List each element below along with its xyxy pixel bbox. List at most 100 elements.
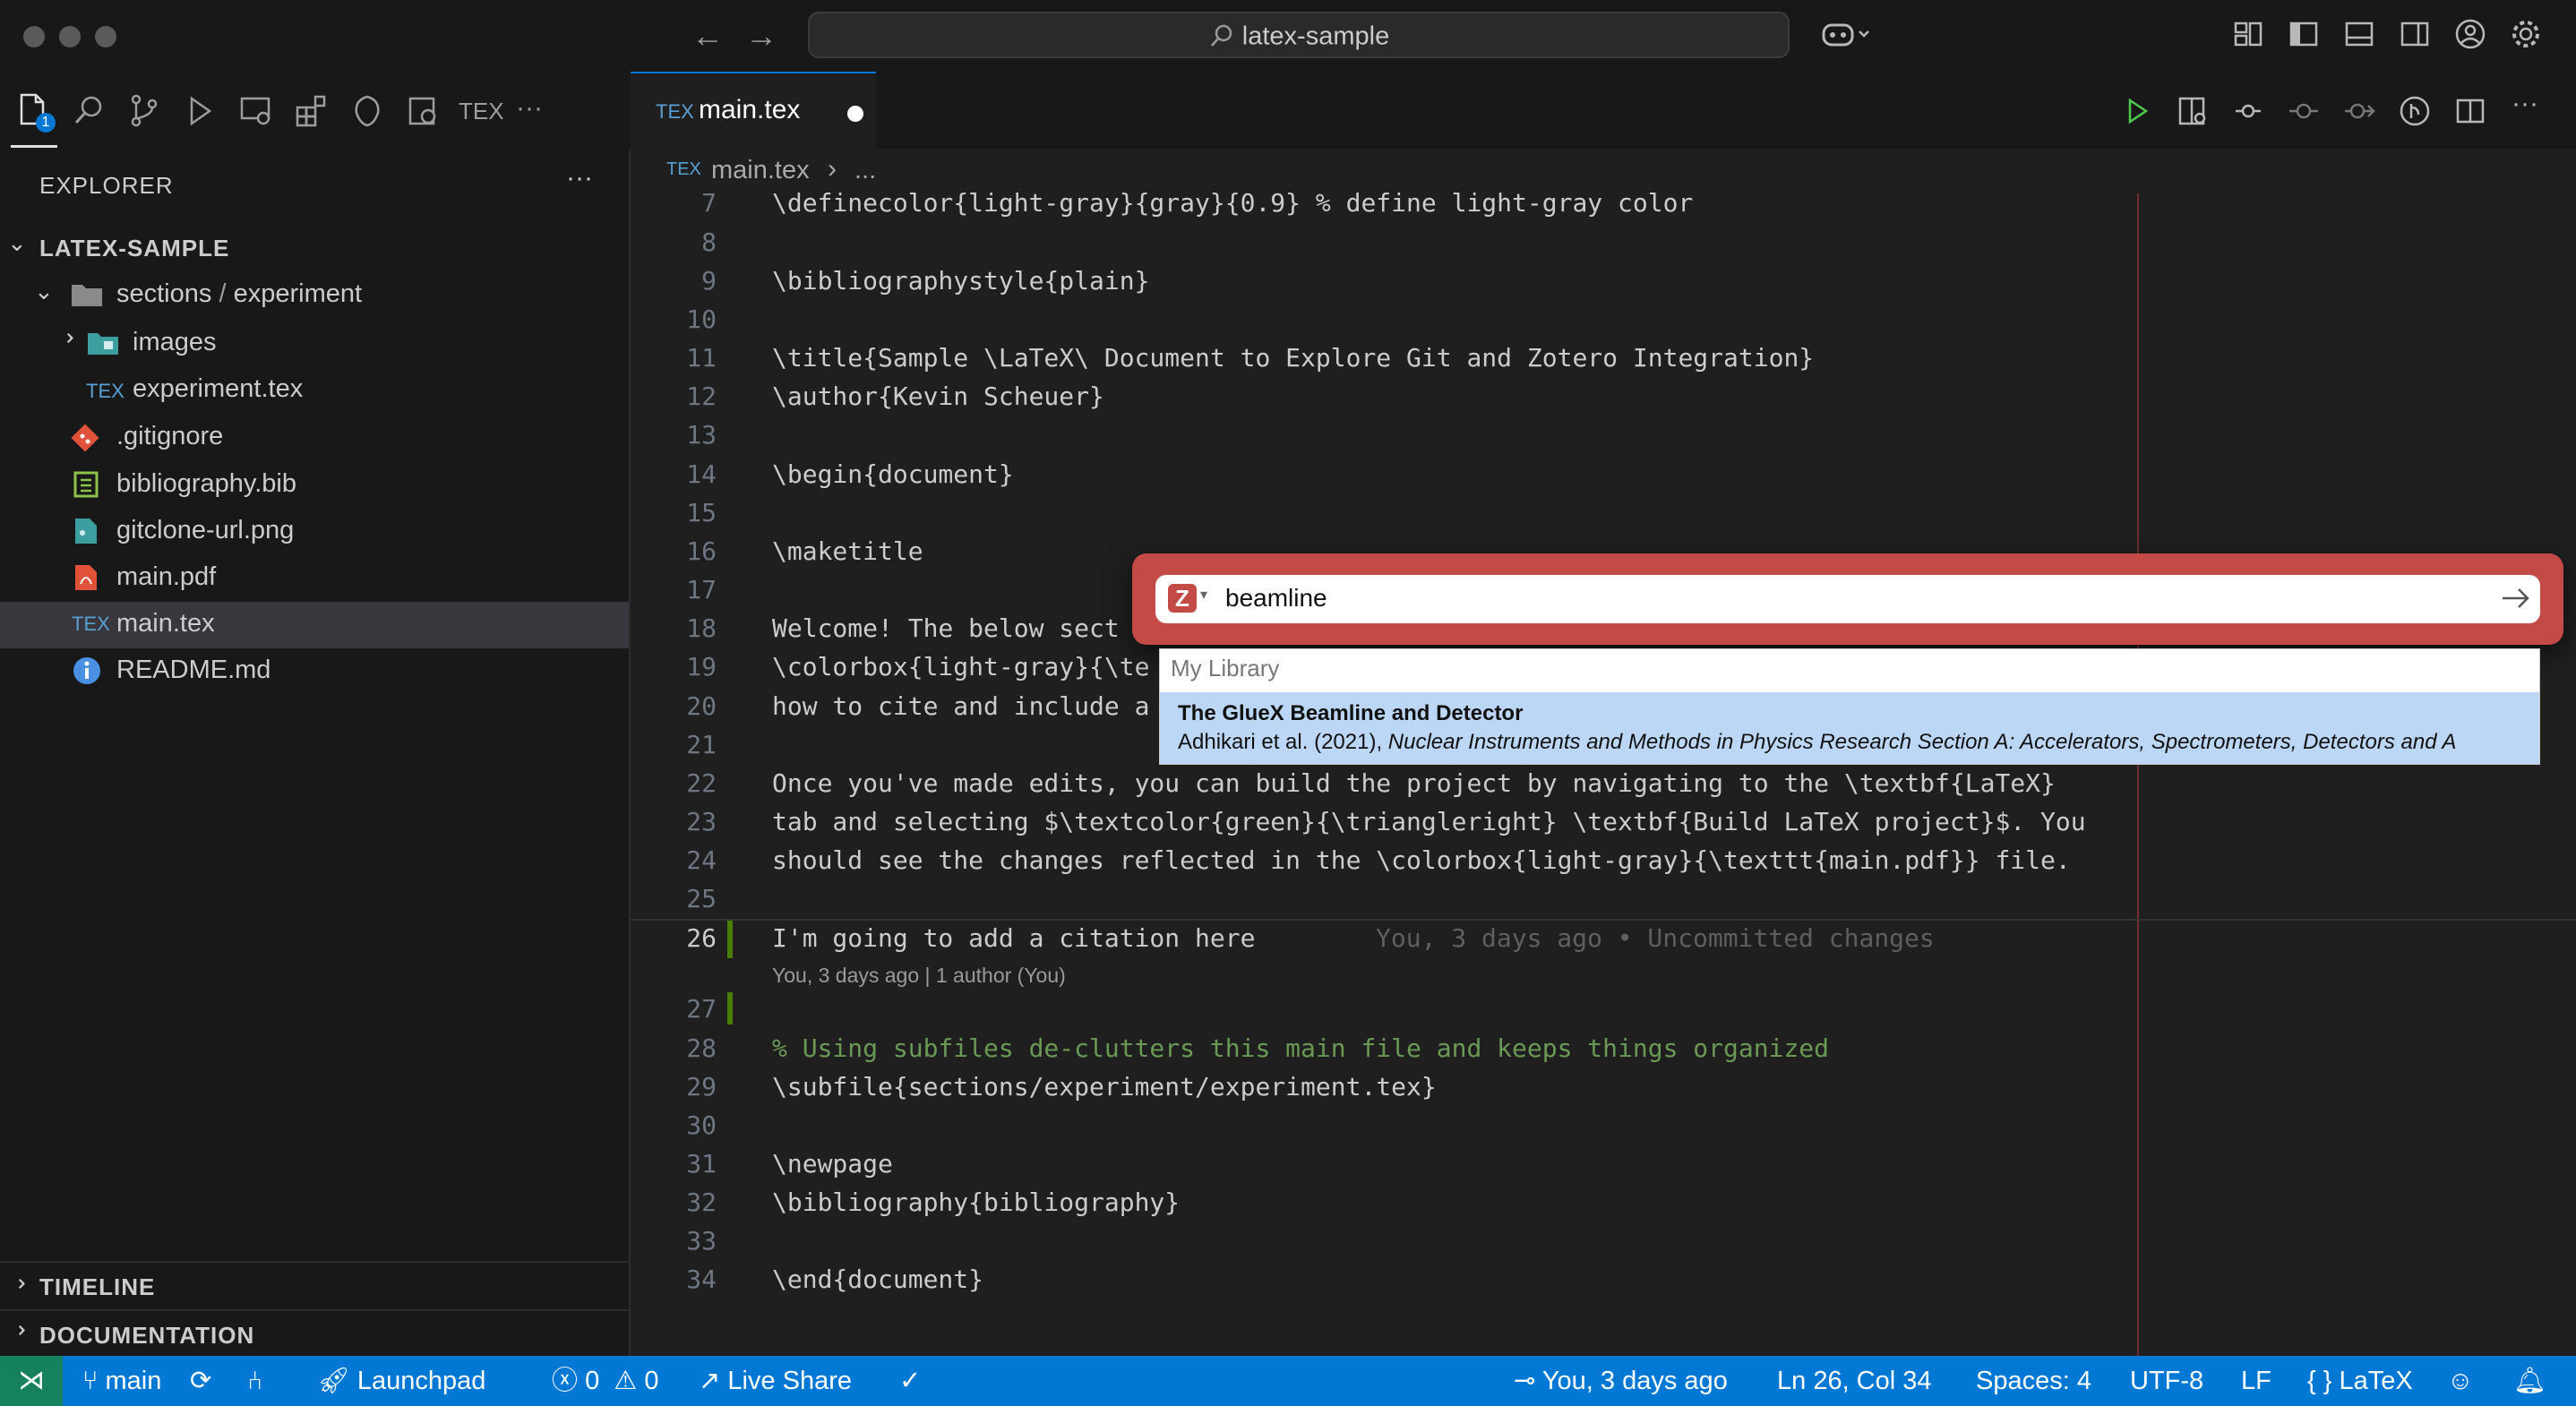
line-number: 13	[686, 420, 717, 450]
breadcrumb-symbols[interactable]: ...	[854, 156, 876, 185]
editor-more-icon[interactable]: ···	[2512, 88, 2544, 120]
tree-item-label: README.md	[116, 656, 271, 684]
remote-icon: ⋊	[18, 1366, 45, 1395]
explorer-sidebar: EXPLORER ··· ⌄ LATEX-SAMPLE ⌄ sections /…	[0, 149, 631, 1356]
project-name: LATEX-SAMPLE	[39, 235, 230, 261]
command-center-search[interactable]: latex-sample	[808, 12, 1790, 58]
zotero-search-field[interactable]: Z ▾ beamline	[1155, 575, 2540, 623]
breadcrumb: TEX main.tex › ...	[631, 149, 2576, 193]
error-count: 0	[585, 1367, 600, 1395]
git-next-change-icon[interactable]	[2343, 95, 2375, 127]
tree-item-main-tex[interactable]: TEX main.tex	[0, 602, 629, 648]
toggle-primary-sidebar-icon[interactable]	[2288, 18, 2320, 50]
extensions-icon[interactable]	[292, 91, 331, 131]
launchpad-button[interactable]: 🚀︎ Launchpad	[317, 1356, 485, 1406]
code-line: \newpage	[772, 1149, 893, 1179]
tree-item-label: .gitignore	[116, 422, 224, 450]
code-line-comment: % Using subfiles de-clutters this main f…	[772, 1033, 1830, 1063]
line-number: 34	[686, 1265, 717, 1294]
chevron-right-icon: ⌄	[3, 1273, 30, 1294]
check-icon[interactable]: ✓	[899, 1356, 921, 1406]
account-icon[interactable]	[2454, 18, 2486, 50]
run-debug-icon[interactable]	[181, 91, 220, 131]
git-commit-icon[interactable]	[2288, 95, 2320, 127]
git-gutter-added	[727, 921, 733, 958]
back-arrow-icon[interactable]: ←	[691, 16, 724, 56]
notifications-bell-icon[interactable]: 🔔︎	[2513, 1356, 2546, 1406]
code-line: \bibliographystyle{plain}	[772, 266, 1150, 296]
copilot-icon[interactable]	[1822, 18, 1876, 50]
unsaved-dot-icon[interactable]	[847, 106, 863, 122]
remote-explorer-icon[interactable]	[236, 91, 276, 131]
breadcrumb-file[interactable]: main.tex	[711, 156, 810, 185]
line-number: 25	[686, 884, 717, 913]
split-editor-icon[interactable]	[2454, 95, 2486, 127]
line-number: 27	[686, 994, 717, 1024]
error-icon: ⓧ	[552, 1367, 579, 1395]
gear-icon[interactable]	[2510, 18, 2542, 50]
result-title: The GlueX Beamline and Detector	[1178, 701, 1524, 725]
code-line-current: I'm going to add a citation here	[772, 923, 1256, 953]
gitlens-icon[interactable]	[2399, 95, 2431, 127]
zoom-window-button[interactable]	[95, 26, 116, 47]
tab-main-tex[interactable]: TEX main.tex	[631, 72, 876, 149]
remote-indicator[interactable]: ⋊	[0, 1356, 63, 1406]
play-icon[interactable]	[2121, 95, 2153, 127]
git-blame-status[interactable]: ⊸ You, 3 days ago	[1514, 1356, 1728, 1406]
chevron-right-icon: ⌄	[51, 328, 79, 348]
documentation-label: DOCUMENTATION	[39, 1322, 255, 1349]
source-control-icon[interactable]	[125, 91, 165, 131]
folder-open-icon	[70, 281, 106, 310]
toggle-panel-icon[interactable]	[2343, 18, 2375, 50]
warning-count: 0	[644, 1367, 659, 1395]
git-graph-icon[interactable]: ⑃	[247, 1356, 262, 1406]
search-icon[interactable]	[70, 91, 109, 131]
explorer-header: EXPLORER	[39, 172, 174, 199]
arrow-right-icon[interactable]	[2499, 582, 2533, 614]
tree-item-label: main.tex	[116, 609, 215, 638]
search-icon	[1208, 22, 1235, 49]
copilot-status-icon[interactable]: ☺	[2447, 1356, 2474, 1406]
chevron-down-icon: ⌄	[34, 278, 54, 304]
zotero-result-item[interactable]: The GlueX Beamline and Detector Adhikari…	[1160, 692, 2539, 764]
toggle-secondary-sidebar-icon[interactable]	[2399, 18, 2431, 50]
branch-icon: ⑂	[82, 1367, 99, 1395]
bib-file-icon	[72, 469, 100, 500]
end-of-line[interactable]: LF	[2241, 1356, 2271, 1406]
line-number: 30	[686, 1110, 717, 1140]
line-number: 19	[686, 652, 717, 682]
problems-indicator[interactable]: ⓧ 0 ⚠ 0	[552, 1356, 658, 1406]
sync-icon[interactable]: ⟳	[190, 1356, 211, 1406]
git-compare-icon[interactable]	[2232, 95, 2264, 127]
chevron-down-icon[interactable]: ▾	[1200, 586, 1207, 604]
docker-icon[interactable]	[403, 91, 442, 131]
zotero-logo-icon[interactable]: Z	[1168, 584, 1197, 613]
explorer-icon[interactable]: 1	[14, 91, 56, 133]
activity-bar: 1 TEX ···	[0, 72, 631, 149]
tex-file-icon: TEX	[666, 159, 701, 179]
forward-arrow-icon[interactable]: →	[745, 16, 777, 56]
explorer-more-icon[interactable]: ···	[566, 163, 593, 193]
result-group-label: My Library	[1171, 655, 1280, 682]
zotero-search-input[interactable]: beamline	[1225, 584, 1327, 613]
codelens-authors[interactable]: You, 3 days ago | 1 author (You)	[772, 964, 1066, 988]
line-number: 32	[686, 1187, 717, 1217]
line-number: 12	[686, 382, 717, 411]
encoding[interactable]: UTF-8	[2130, 1356, 2203, 1406]
open-preview-icon[interactable]	[2177, 95, 2209, 127]
close-window-button[interactable]	[23, 26, 45, 47]
tex-icon[interactable]: TEX	[459, 91, 504, 131]
language-mode[interactable]: { } LaTeX	[2307, 1356, 2413, 1406]
customize-layout-icon[interactable]	[2232, 18, 2264, 50]
status-bar: ⋊ ⑂ main ⟳ ⑃ 🚀︎ Launchpad ⓧ 0 ⚠ 0 ↗ Live…	[0, 1356, 2576, 1406]
more-views-icon[interactable]: ···	[516, 91, 555, 131]
git-blame-inline: You, 3 days ago • Uncommitted changes	[1376, 923, 1935, 953]
minimize-window-button[interactable]	[59, 26, 81, 47]
branch-indicator[interactable]: ⑂ main	[82, 1356, 161, 1406]
indentation[interactable]: Spaces: 4	[1976, 1356, 2091, 1406]
testing-icon[interactable]	[348, 91, 387, 131]
tex-file-icon: TEX	[86, 380, 125, 402]
live-share-button[interactable]: ↗ Live Share	[699, 1356, 852, 1406]
launchpad-label: Launchpad	[356, 1367, 486, 1395]
cursor-position[interactable]: Ln 26, Col 34	[1777, 1356, 1932, 1406]
